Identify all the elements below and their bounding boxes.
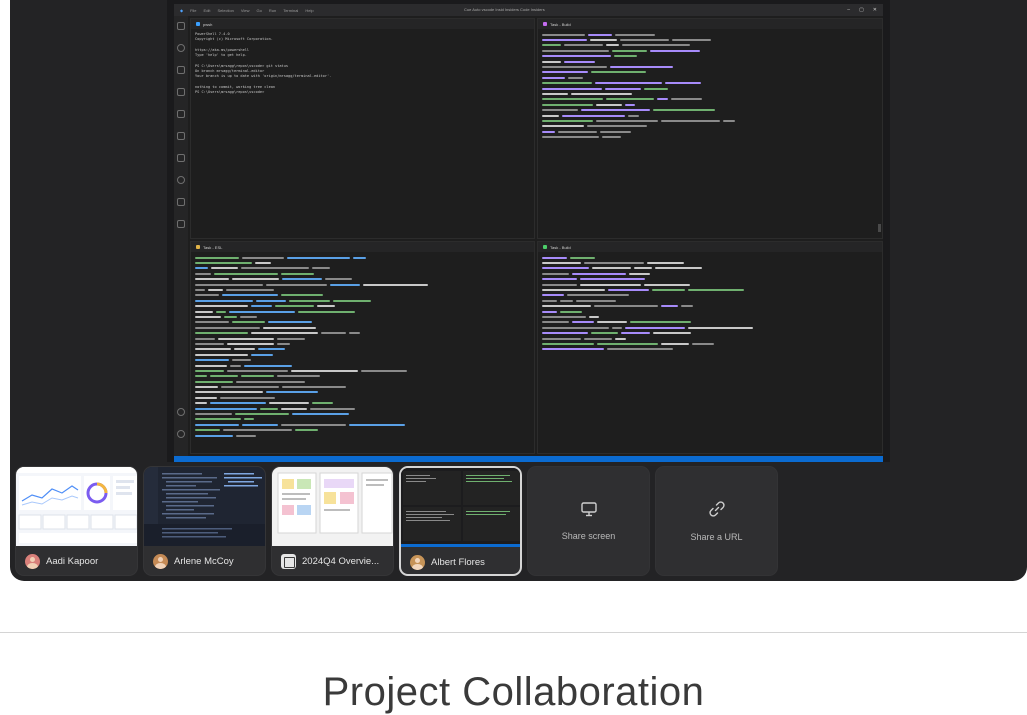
screen-preview [16,467,137,546]
menu-item: File [190,7,197,13]
menu-item: Run [268,7,277,13]
share-url-button[interactable]: Share a URL [655,466,778,576]
terminal-icon [196,22,200,26]
menu-item: Edit [203,7,211,13]
terminal-pane-bottom-left: Task - ESL [190,241,535,454]
terminal-tab-label: Task - Build [550,244,571,250]
run-debug-icon [177,88,185,96]
settings-gear-icon [177,430,185,438]
terminal-tab: Task - ESL [191,242,534,252]
terminal-thumbnail [401,471,520,547]
monitor-icon [580,501,597,516]
screen-preview [144,467,265,546]
screen-preview [272,467,393,546]
participant-tile[interactable]: Arlene McCoy [143,466,266,576]
avatar [25,554,40,569]
terminal-pane-top-left: pwsh PowerShell 7.4.0 Copyright (c) Micr… [190,18,535,239]
terminal-line: PS C:\Users\mrsagg\repos\vscode> [195,90,265,95]
document-icon [281,554,296,569]
log-line [542,347,878,352]
tile-footer: Albert Flores [401,547,520,574]
close-icon: ✕ [872,7,877,13]
participant-tile[interactable]: Aadi Kapoor [15,466,138,576]
tile-footer: 2024Q4 Overvie... [272,546,393,575]
link-icon [708,501,725,517]
participant-name: Albert Flores [431,557,485,568]
explorer-icon [177,22,185,30]
scrollbar-thumb [878,224,881,232]
menu-item: Selection [217,7,234,13]
build-log-output [538,252,882,355]
timeline-icon [177,198,185,206]
tile-footer: Arlene McCoy [144,546,265,575]
task-icon [543,22,547,26]
vscode-statusbar [174,456,883,462]
terminal-tab-label: pwsh [203,21,213,27]
menu-item: Go [256,7,262,13]
window-title: Cue Auto vscode Insid Insiders Code Insi… [464,7,545,12]
terminal-tab: pwsh [191,19,534,29]
code-editor-thumbnail [144,467,265,546]
participant-strip: Aadi Kapoor Arlene McCoy 2024Q4 Overvie.… [15,466,815,576]
github-icon [177,176,185,184]
extensions-icon [177,132,185,140]
menu-item: Help [305,7,314,13]
avatar [410,555,425,570]
vscode-window: ◆ File Edit Selection View Go Run Termin… [174,4,883,462]
menu-item: View [240,7,250,13]
menu-item: Terminal [283,7,299,13]
whiteboard-thumbnail [277,472,393,534]
terminal-tab: Task - Build [538,242,882,252]
participant-tile[interactable]: 2024Q4 Overvie... [271,466,394,576]
window-controls: – ▢ ✕ [847,7,877,13]
screen-preview [401,468,520,547]
search-icon [177,44,185,52]
maximize-icon: ▢ [859,7,864,13]
meeting-stage: ◆ File Edit Selection View Go Run Termin… [10,0,1027,581]
share-url-label: Share a URL [690,532,743,542]
terminal-tab-label: Task - ESL [203,244,223,250]
participant-name: 2024Q4 Overvie... [302,556,380,567]
avatar [153,554,168,569]
participant-name: Aadi Kapoor [46,556,99,567]
vscode-logo-icon: ◆ [180,7,184,13]
log-line [195,433,530,438]
section-heading: Project Collaboration [322,670,705,714]
terminal-tab-label: Task - Build [550,21,571,27]
task-icon [543,245,547,249]
log-line [542,134,878,139]
minimize-icon: – [847,7,851,13]
share-screen-button[interactable]: Share screen [527,466,650,576]
participant-tile-active[interactable]: Albert Flores [399,466,522,576]
account-icon [177,408,185,416]
terminal-pane-bottom-right: Task - Build [537,241,883,454]
terminal-output: PowerShell 7.4.0 Copyright (c) Microsoft… [191,29,534,99]
docker-icon [177,220,185,228]
shared-screen-view[interactable]: ◆ File Edit Selection View Go Run Termin… [167,0,890,462]
activity-bar [174,16,188,456]
share-screen-label: Share screen [561,530,616,541]
section-divider [0,632,1027,633]
esl-log-output [191,252,534,441]
build-log-output [538,29,882,143]
task-icon [196,245,200,249]
terminal-pane-top-right: Task - Build [537,18,883,239]
remote-icon [177,110,185,118]
source-control-icon [177,66,185,74]
testing-icon [177,154,185,162]
terminal-tab: Task - Build [538,19,882,29]
dashboard-thumbnail [16,467,137,543]
tile-footer: Aadi Kapoor [16,546,137,575]
participant-name: Arlene McCoy [174,556,234,567]
